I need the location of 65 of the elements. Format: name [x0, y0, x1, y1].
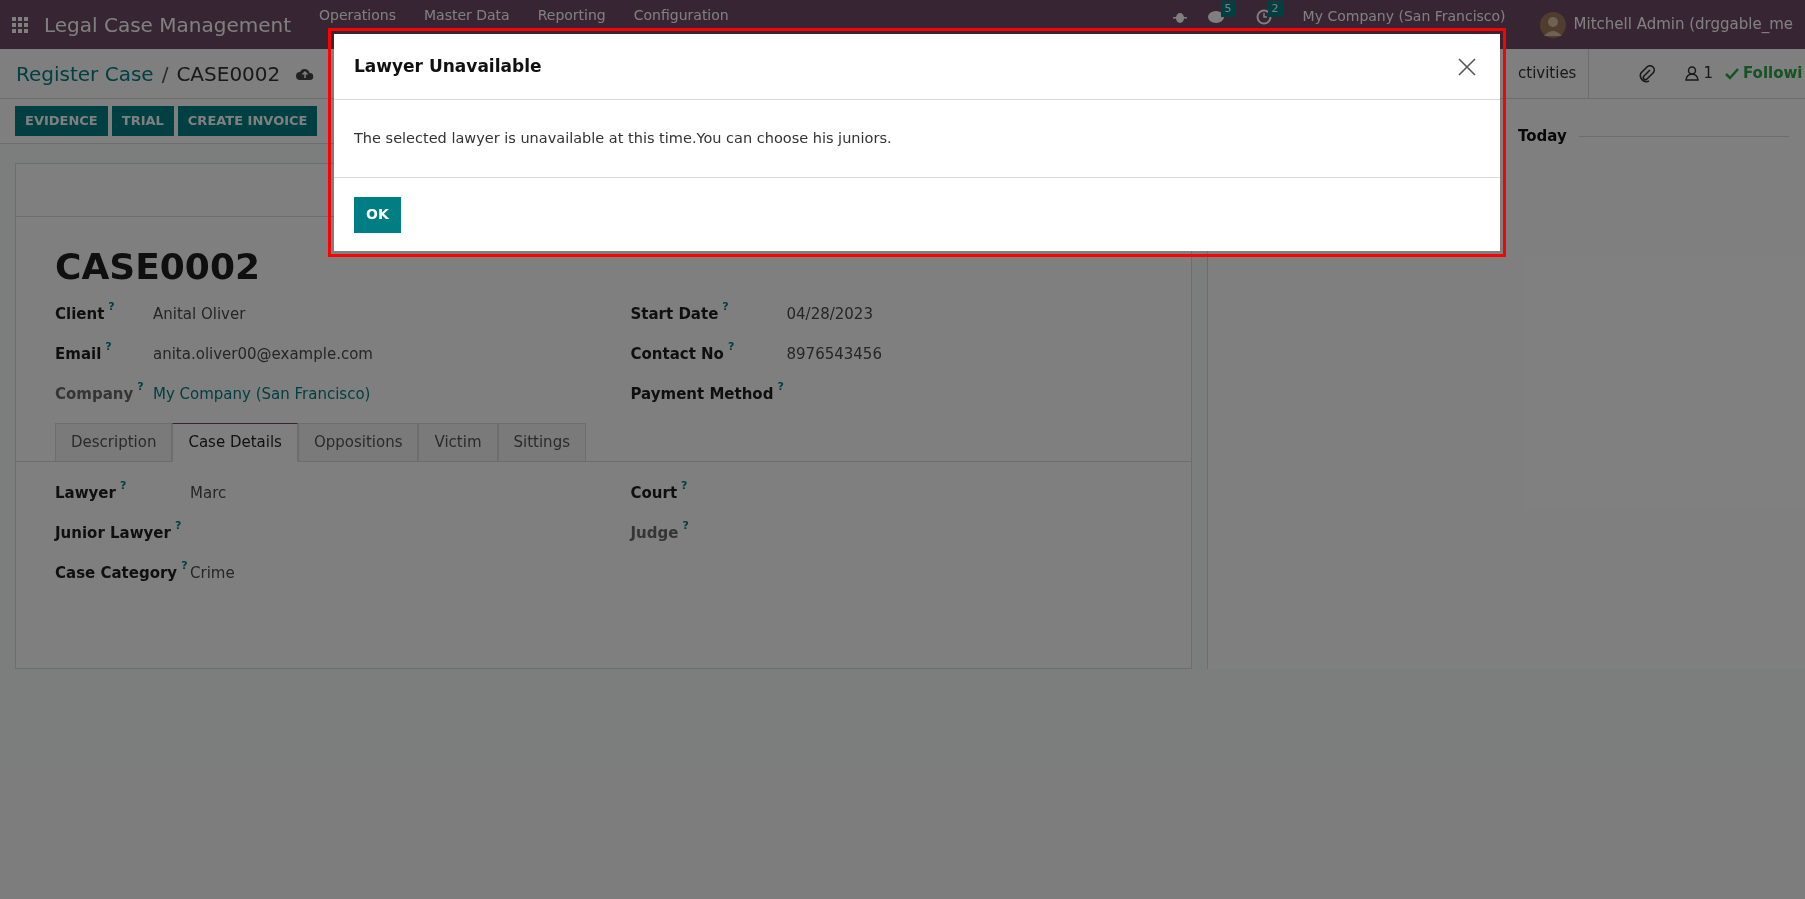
paperclip-icon[interactable] — [1639, 64, 1656, 83]
field-value: Marc — [190, 483, 227, 504]
field-label: Client — [55, 304, 105, 325]
form-tab[interactable]: Case Details — [172, 423, 298, 462]
field-link[interactable]: My Company (San Francisco) — [153, 383, 371, 406]
close-icon[interactable] — [1458, 57, 1476, 76]
dialog-message: The selected lawyer is unavailable at this time.You can choose his juniors. — [354, 128, 892, 148]
form-tab[interactable]: Description — [55, 423, 173, 462]
help-mark[interactable]: ? — [181, 558, 188, 575]
clock-icon[interactable] — [1255, 8, 1272, 25]
action-button[interactable]: TRIAL — [111, 106, 174, 136]
help-mark[interactable]: ? — [105, 339, 112, 356]
check-icon — [1725, 67, 1739, 80]
help-mark[interactable]: ? — [174, 518, 182, 535]
field-label: Company — [55, 384, 134, 405]
followers-count[interactable]: 1 — [1703, 62, 1713, 85]
menu-item[interactable]: Master Data — [424, 5, 510, 26]
date-separator: Today — [1518, 126, 1567, 147]
count-badge: 2 — [1267, 0, 1283, 17]
form-tab[interactable]: Victim — [418, 423, 498, 462]
form-tab[interactable]: Sittings — [497, 423, 586, 462]
field-label: Email — [55, 344, 102, 365]
menu-item[interactable]: Configuration — [633, 5, 729, 26]
breadcrumb-separator: / — [161, 60, 169, 88]
following-button[interactable]: Followi — [1743, 62, 1803, 85]
chat-icon[interactable] — [1206, 8, 1225, 25]
action-button[interactable]: EVIDENCE — [15, 106, 108, 136]
apps-grid-icon[interactable] — [12, 16, 28, 33]
field-label: Lawyer — [55, 483, 116, 504]
dialog-title: Lawyer Unavailable — [354, 54, 542, 78]
help-mark[interactable]: ? — [119, 478, 127, 495]
field-label: Judge — [630, 523, 679, 544]
menu-item[interactable]: Reporting — [537, 5, 606, 26]
cloud-upload-icon[interactable] — [296, 66, 315, 81]
app-title[interactable]: Legal Case Management — [44, 9, 291, 40]
help-mark[interactable]: ? — [681, 478, 688, 495]
help-mark[interactable]: ? — [137, 379, 144, 396]
help-mark[interactable]: ? — [777, 379, 784, 396]
ok-button[interactable]: OK — [354, 196, 401, 233]
breadcrumb-current: CASE0002 — [176, 60, 281, 88]
help-mark[interactable]: ? — [108, 299, 115, 316]
company-switcher[interactable]: My Company (San Francisco) — [1302, 6, 1506, 27]
count-badge: 5 — [1220, 0, 1236, 17]
field-value: 8976543456 — [786, 344, 882, 365]
field-value: anita.oliver00@example.com — [153, 344, 373, 365]
avatar-icon[interactable] — [1539, 11, 1566, 38]
field-label: Court — [630, 483, 678, 504]
help-mark[interactable]: ? — [722, 299, 729, 316]
action-button[interactable]: CREATE INVOICE — [177, 106, 318, 136]
form-tab[interactable]: Oppositions — [297, 423, 419, 462]
field-label: Contact No — [630, 344, 724, 365]
field-value: 04/28/2023 — [786, 304, 873, 325]
record-title: CASE0002 — [55, 245, 261, 289]
field-label: Start Date — [630, 304, 719, 325]
user-icon[interactable] — [1685, 66, 1700, 81]
user-menu[interactable]: Mitchell Admin (drggable_me — [1573, 13, 1793, 36]
breadcrumb-link[interactable]: Register Case — [16, 58, 154, 89]
field-label: Case Category — [55, 563, 178, 584]
field-value: Crime — [190, 563, 235, 584]
field-label: Payment Method — [630, 384, 774, 405]
menu-item[interactable]: Operations — [319, 5, 396, 26]
field-label: Junior Lawyer — [55, 523, 171, 544]
help-mark[interactable]: ? — [727, 339, 735, 356]
help-mark[interactable]: ? — [682, 518, 689, 535]
field-value: Anital Oliver — [153, 304, 246, 325]
